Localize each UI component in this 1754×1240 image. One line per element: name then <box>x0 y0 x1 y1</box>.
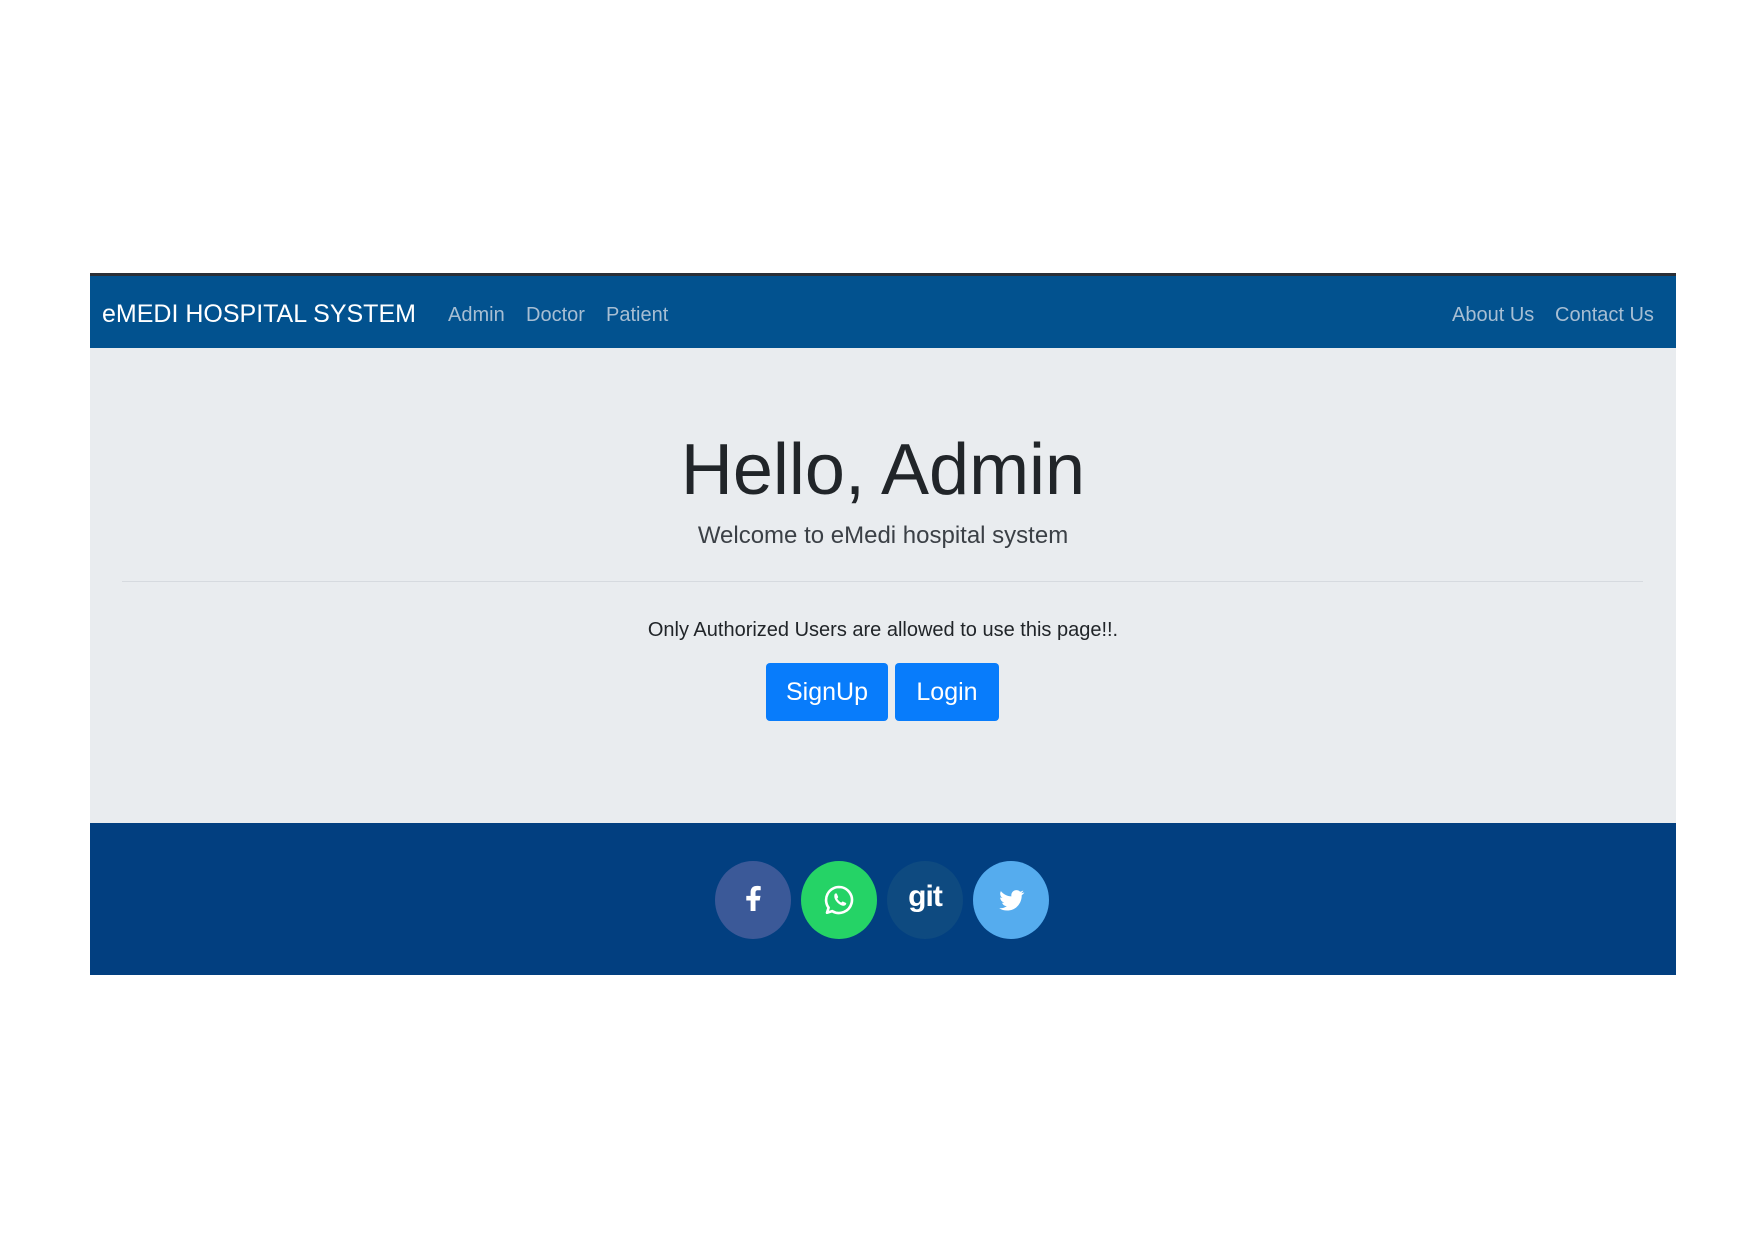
whatsapp-button[interactable] <box>801 861 877 939</box>
git-icon: git <box>908 880 943 913</box>
divider <box>122 581 1643 582</box>
git-button[interactable]: git <box>887 861 963 939</box>
footer: git <box>90 823 1676 975</box>
signup-button[interactable]: SignUp <box>766 663 888 721</box>
nav-link-about-us[interactable]: About Us <box>1452 301 1534 329</box>
nav-link-patient[interactable]: Patient <box>606 301 668 329</box>
nav-link-admin[interactable]: Admin <box>448 301 505 329</box>
whatsapp-icon <box>824 885 854 915</box>
facebook-icon <box>746 885 761 911</box>
page-title: Hello, Admin <box>680 430 1086 510</box>
jumbotron: Hello, Admin Welcome to eMedi hospital s… <box>90 348 1676 823</box>
nav-link-doctor[interactable]: Doctor <box>526 301 585 329</box>
navbar: eMEDI HOSPITAL SYSTEM Admin Doctor Patie… <box>90 273 1676 348</box>
welcome-subtitle: Welcome to eMedi hospital system <box>697 522 1069 549</box>
page-frame: eMEDI HOSPITAL SYSTEM Admin Doctor Patie… <box>90 273 1676 975</box>
nav-link-contact-us[interactable]: Contact Us <box>1555 301 1654 329</box>
brand-logo[interactable]: eMEDI HOSPITAL SYSTEM <box>102 300 416 328</box>
twitter-icon <box>999 890 1025 911</box>
authorization-notice: Only Authorized Users are allowed to use… <box>647 619 1119 641</box>
login-button[interactable]: Login <box>895 663 999 721</box>
facebook-button[interactable] <box>715 861 791 939</box>
twitter-button[interactable] <box>973 861 1049 939</box>
